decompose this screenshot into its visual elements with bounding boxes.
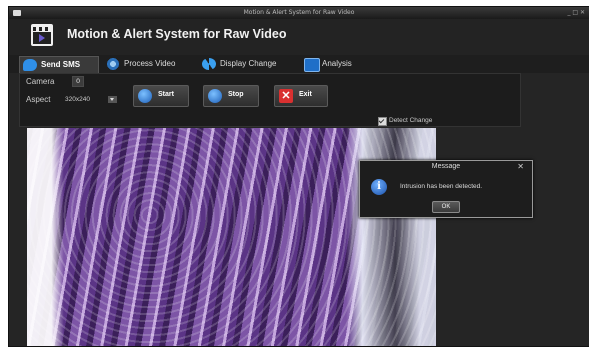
app-title: Motion & Alert System for Raw Video (67, 27, 287, 41)
tab-process-video[interactable]: Process Video (103, 56, 191, 72)
ok-button[interactable]: OK (432, 201, 460, 213)
stop-icon (208, 89, 222, 103)
system-menu-icon[interactable] (13, 10, 21, 16)
close-icon[interactable]: ✕ (517, 162, 524, 171)
window-controls[interactable]: _ □ ✕ (567, 7, 585, 19)
tab-analysis[interactable]: Analysis (301, 56, 373, 72)
sms-bubble-icon (23, 59, 37, 71)
camera-label: Camera (26, 77, 55, 86)
stop-button[interactable]: Stop (203, 85, 259, 107)
tab-send-sms[interactable]: Send SMS (19, 56, 99, 73)
aspect-label: Aspect (26, 95, 51, 104)
window-title: Motion & Alert System for Raw Video (243, 9, 355, 16)
app-header: Motion & Alert System for Raw Video (9, 19, 589, 55)
aspect-value[interactable]: 320x240 (65, 96, 90, 103)
play-icon (138, 89, 152, 103)
start-button[interactable]: Start (133, 85, 189, 107)
window-titlebar[interactable]: Motion & Alert System for Raw Video _ □ … (9, 7, 589, 19)
detect-change-checkbox[interactable] (378, 117, 387, 126)
message-dialog: Message ✕ i Intrusion has been detected.… (359, 160, 533, 218)
camera-field[interactable]: 0 (72, 76, 85, 87)
aspect-dropdown-arrow-icon[interactable] (108, 96, 117, 103)
dialog-message: Intrusion has been detected. (400, 183, 483, 190)
app-window: Motion & Alert System for Raw Video _ □ … (8, 6, 589, 347)
control-panel: Camera 0 Aspect 320x240 Start Stop ✕ Exi… (19, 73, 521, 127)
monitor-chart-icon (304, 58, 320, 72)
tab-bar: Send SMS Process Video Display Change An… (9, 55, 589, 73)
info-icon: i (371, 179, 387, 195)
gears-icon (106, 58, 120, 70)
clapperboard-video-icon (31, 24, 53, 46)
tab-display-change[interactable]: Display Change (199, 56, 297, 72)
detect-change-label: Detect Change (389, 117, 433, 124)
dialog-title: Message (431, 163, 461, 170)
exit-button[interactable]: ✕ Exit (274, 85, 328, 107)
refresh-arrows-icon (202, 58, 216, 70)
close-x-icon: ✕ (279, 89, 293, 103)
